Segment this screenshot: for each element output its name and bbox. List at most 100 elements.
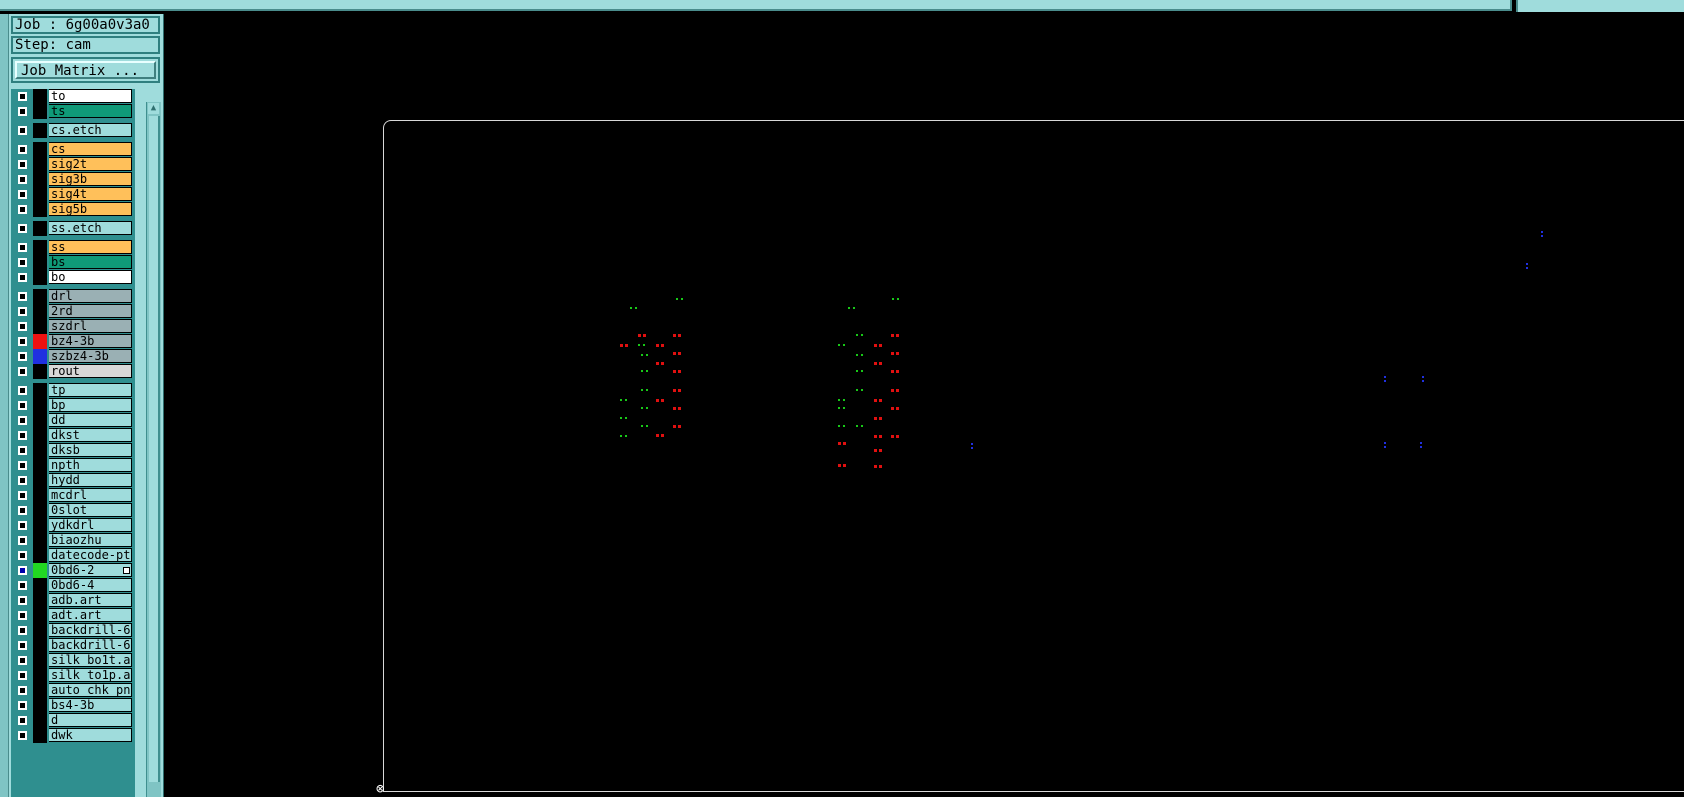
layer-name[interactable]: szdrl: [49, 319, 132, 333]
layer-color-swatch[interactable]: [33, 473, 47, 488]
layer-row[interactable]: dwk: [11, 728, 135, 743]
layer-name[interactable]: bp: [49, 398, 132, 412]
layer-checkbox[interactable]: [18, 337, 27, 346]
layer-row[interactable]: bp: [11, 398, 135, 413]
layer-row[interactable]: backdrill-6-: [11, 638, 135, 653]
layer-row[interactable]: cs.etch: [11, 123, 135, 138]
layer-name[interactable]: sig5b: [49, 202, 132, 216]
layer-color-swatch[interactable]: [33, 172, 47, 187]
layer-color-swatch[interactable]: [33, 349, 47, 364]
layer-color-swatch[interactable]: [33, 383, 47, 398]
layer-checkbox[interactable]: [18, 190, 27, 199]
layer-color-swatch[interactable]: [33, 653, 47, 668]
layer-name[interactable]: dksb: [49, 443, 132, 457]
layer-color-swatch[interactable]: [33, 413, 47, 428]
layer-list-scrollbar[interactable]: ▲: [146, 102, 161, 797]
layer-color-swatch[interactable]: [33, 683, 47, 698]
layer-row[interactable]: datecode-pte: [11, 548, 135, 563]
layer-color-swatch[interactable]: [33, 187, 47, 202]
layer-color-swatch[interactable]: [33, 157, 47, 172]
layer-name[interactable]: bs4-3b: [49, 698, 132, 712]
layer-checkbox[interactable]: [18, 416, 27, 425]
layer-checkbox[interactable]: [18, 491, 27, 500]
layer-color-swatch[interactable]: [33, 270, 47, 285]
layer-color-swatch[interactable]: [33, 533, 47, 548]
layer-checkbox[interactable]: [18, 258, 27, 267]
layer-row[interactable]: ss: [11, 240, 135, 255]
layer-name[interactable]: to: [49, 89, 132, 103]
layer-color-swatch[interactable]: [33, 398, 47, 413]
layer-checkbox[interactable]: [18, 641, 27, 650]
layer-name[interactable]: ydkdrl: [49, 518, 132, 532]
layer-name[interactable]: sig4t: [49, 187, 132, 201]
layer-name[interactable]: 0bd6-2: [49, 563, 132, 577]
layer-name[interactable]: silk_to1p.ai: [49, 668, 132, 682]
layer-row[interactable]: to: [11, 89, 135, 104]
layer-row[interactable]: ss.etch: [11, 221, 135, 236]
layer-row[interactable]: npth: [11, 458, 135, 473]
layer-checkbox[interactable]: [18, 566, 27, 575]
layer-checkbox[interactable]: [18, 292, 27, 301]
layer-row[interactable]: bs: [11, 255, 135, 270]
toolbar-strip-right[interactable]: [1516, 0, 1684, 12]
layer-name[interactable]: adb.art: [49, 593, 132, 607]
layer-checkbox[interactable]: [18, 307, 27, 316]
layer-row[interactable]: bz4-3b: [11, 334, 135, 349]
layer-checkbox[interactable]: [18, 175, 27, 184]
layer-name[interactable]: sig2t: [49, 157, 132, 171]
layer-checkbox[interactable]: [18, 224, 27, 233]
layer-checkbox[interactable]: [18, 626, 27, 635]
layer-checkbox[interactable]: [18, 686, 27, 695]
layer-row[interactable]: biaozhu: [11, 533, 135, 548]
layer-checkbox[interactable]: [18, 701, 27, 710]
layer-row[interactable]: ydkdrl: [11, 518, 135, 533]
layer-row[interactable]: dkst: [11, 428, 135, 443]
layer-checkbox[interactable]: [18, 367, 27, 376]
layer-row[interactable]: backdrill-6-: [11, 623, 135, 638]
layer-color-swatch[interactable]: [33, 623, 47, 638]
layer-name[interactable]: sig3b: [49, 172, 132, 186]
layer-checkbox[interactable]: [18, 656, 27, 665]
layer-color-swatch[interactable]: [33, 563, 47, 578]
layer-row[interactable]: szbz4-3b: [11, 349, 135, 364]
layer-checkbox[interactable]: [18, 446, 27, 455]
toolbar-strip[interactable]: [0, 0, 1512, 11]
layer-row[interactable]: silk_to1p.ai: [11, 668, 135, 683]
layer-name[interactable]: biaozhu: [49, 533, 132, 547]
layer-row[interactable]: adb.art: [11, 593, 135, 608]
layer-name[interactable]: szbz4-3b: [49, 349, 132, 363]
layer-checkbox[interactable]: [18, 671, 27, 680]
layer-name[interactable]: datecode-pte: [49, 548, 132, 562]
layer-color-swatch[interactable]: [33, 221, 47, 236]
layer-row[interactable]: mcdrl: [11, 488, 135, 503]
layer-color-swatch[interactable]: [33, 240, 47, 255]
layer-name[interactable]: 0slot: [49, 503, 132, 517]
layer-color-swatch[interactable]: [33, 503, 47, 518]
layer-name[interactable]: dd: [49, 413, 132, 427]
layer-name[interactable]: dkst: [49, 428, 132, 442]
layer-name[interactable]: tp: [49, 383, 132, 397]
layer-color-swatch[interactable]: [33, 89, 47, 104]
layer-color-swatch[interactable]: [33, 364, 47, 379]
layer-row[interactable]: hydd: [11, 473, 135, 488]
layer-row[interactable]: ts: [11, 104, 135, 119]
layer-color-swatch[interactable]: [33, 578, 47, 593]
layer-row[interactable]: adt.art: [11, 608, 135, 623]
scroll-thumb[interactable]: [149, 116, 160, 782]
layer-color-swatch[interactable]: [33, 593, 47, 608]
layer-row[interactable]: silk_bo1t.ai: [11, 653, 135, 668]
layer-row[interactable]: 0slot: [11, 503, 135, 518]
layer-checkbox[interactable]: [18, 461, 27, 470]
layer-color-swatch[interactable]: [33, 334, 47, 349]
layer-name[interactable]: ts: [49, 104, 132, 118]
layer-name[interactable]: adt.art: [49, 608, 132, 622]
layer-name[interactable]: cs.etch: [49, 123, 132, 137]
layer-color-swatch[interactable]: [33, 304, 47, 319]
layer-checkbox[interactable]: [18, 716, 27, 725]
layer-name[interactable]: 0bd6-4: [49, 578, 132, 592]
scroll-up-icon[interactable]: ▲: [148, 103, 159, 114]
layer-checkbox[interactable]: [18, 551, 27, 560]
layer-name[interactable]: mcdrl: [49, 488, 132, 502]
layer-name[interactable]: bz4-3b: [49, 334, 132, 348]
layer-row[interactable]: tp: [11, 383, 135, 398]
